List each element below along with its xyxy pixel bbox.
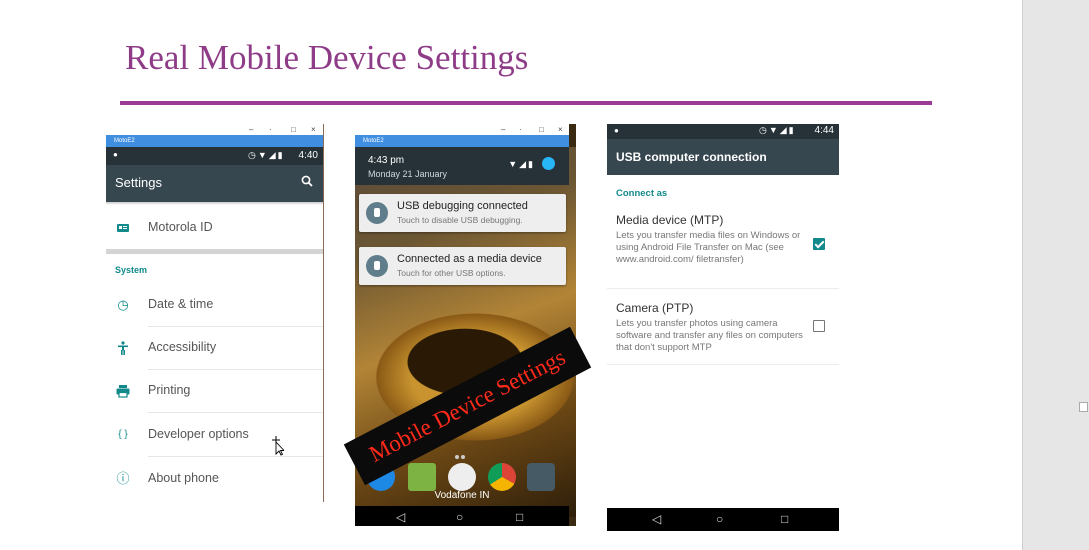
divider — [148, 412, 323, 413]
camera-app-icon[interactable] — [527, 463, 555, 491]
developer-braces-icon: { } — [118, 429, 128, 440]
usb-icon — [366, 255, 388, 277]
settings-item-label: Printing — [148, 383, 191, 397]
clock-icon: ◷ — [117, 297, 129, 312]
back-icon[interactable]: ◁ — [396, 510, 405, 524]
settings-item-label: Motorola ID — [148, 220, 213, 234]
emulator-title: MotoE2 — [114, 138, 135, 144]
usb-debug-icon — [366, 202, 388, 224]
info-icon: ⓘ — [116, 471, 130, 486]
back-icon[interactable]: ◁ — [652, 512, 661, 526]
status-icons: ◷▼◢▮ — [759, 125, 796, 135]
status-icons: ▼◢▮ — [508, 159, 535, 169]
settings-item-accessibility[interactable]: Accessibility — [106, 327, 323, 370]
title-rule — [120, 101, 932, 105]
app-title: Settings — [115, 175, 162, 190]
account-card-icon — [117, 224, 129, 232]
home-icon[interactable]: ○ — [456, 510, 463, 524]
dock-button[interactable]: · — [519, 124, 522, 135]
divider — [148, 456, 323, 457]
user-avatar-icon[interactable] — [542, 157, 555, 170]
app-bar-shadow — [106, 202, 323, 205]
settings-item-date-time[interactable]: ◷ Date & time — [106, 284, 323, 327]
settings-item-printing[interactable]: Printing — [106, 370, 323, 413]
divider — [607, 288, 839, 289]
scrollbar-area[interactable] — [1022, 0, 1089, 550]
dock-button[interactable]: · — [269, 124, 272, 135]
carrier-label: Vodafone IN — [434, 490, 490, 501]
notification-subtitle: Touch for other USB options. — [397, 268, 506, 278]
slide-title: Real Mobile Device Settings — [125, 38, 529, 77]
notification-media-device[interactable]: Connected as a media device Touch for ot… — [359, 247, 566, 285]
printer-icon — [116, 385, 130, 398]
notification-header: 4:43 pm Monday 21 January ▼◢▮ — [355, 147, 569, 185]
divider — [607, 364, 839, 365]
settings-item-motorola-id[interactable]: Motorola ID — [106, 207, 323, 250]
option-description: Lets you transfer media files on Windows… — [616, 230, 801, 265]
notification-pin-icon: ● — [113, 150, 118, 159]
recents-icon[interactable]: □ — [781, 512, 788, 526]
settings-item-about-phone[interactable]: ⓘ About phone — [106, 458, 323, 501]
scroll-handle[interactable] — [1079, 402, 1088, 412]
settings-item-label: Date & time — [148, 297, 214, 311]
status-icons: ◷▼◢▮ — [248, 150, 285, 160]
close-button[interactable]: × — [311, 124, 316, 135]
status-bar: ● ◷▼◢▮ 4:44 — [607, 124, 839, 139]
section-divider — [106, 249, 323, 254]
home-icon[interactable]: ○ — [716, 512, 723, 526]
notification-subtitle: Touch to disable USB debugging. — [397, 215, 523, 225]
recents-icon[interactable]: □ — [516, 510, 523, 524]
screen-title: USB computer connection — [616, 150, 767, 164]
section-label-system: System — [115, 265, 148, 275]
messaging-app-icon[interactable] — [408, 463, 436, 491]
option-title[interactable]: Media device (MTP) — [616, 213, 723, 227]
accessibility-icon — [118, 341, 128, 355]
settings-item-label: About phone — [148, 471, 219, 485]
emulator-title-bar: MotoE2 — [355, 135, 569, 155]
notification-usb-debugging[interactable]: USB debugging connected Touch to disable… — [359, 194, 566, 232]
maximize-button[interactable]: □ — [291, 124, 296, 135]
page-indicator — [455, 446, 469, 459]
notification-pin-icon: ● — [614, 126, 619, 135]
emulator-title-bar: MotoE2 — [106, 135, 323, 155]
minimize-button[interactable]: – — [501, 124, 505, 135]
notification-title: Connected as a media device — [397, 253, 542, 265]
nav-bar: ◁ ○ □ — [607, 508, 839, 531]
app-bar: Settings — [106, 165, 323, 202]
maximize-button[interactable]: □ — [539, 124, 544, 135]
chrome-app-icon[interactable] — [488, 463, 516, 491]
status-bar: ● ◷▼◢▮ 4:40 — [106, 147, 323, 165]
nav-bar: ◁ ○ □ — [355, 506, 569, 526]
emulator-window-bar: – · □ × — [106, 124, 323, 135]
usb-connection-screen: ● ◷▼◢▮ 4:44 USB computer connection Conn… — [607, 124, 839, 531]
section-label-connect-as: Connect as — [616, 188, 668, 199]
shade-date: Monday 21 January — [368, 169, 448, 179]
settings-item-label: Accessibility — [148, 340, 217, 354]
settings-screen: – · □ × MotoE2 ● ◷▼◢▮ 4:40 Settings Moto… — [106, 124, 324, 502]
app-drawer-icon[interactable] — [448, 463, 476, 491]
option-description: Lets you transfer photos using camera so… — [616, 318, 803, 353]
settings-item-developer-options[interactable]: { } Developer options — [106, 414, 323, 457]
notification-title: USB debugging connected — [397, 200, 528, 212]
emulator-window-bar: – · □ × — [355, 124, 569, 135]
ptp-checkbox[interactable] — [813, 320, 825, 332]
search-icon[interactable] — [301, 175, 313, 187]
app-bar: USB computer connection — [607, 139, 839, 175]
status-time: 4:44 — [814, 125, 834, 136]
minimize-button[interactable]: – — [249, 124, 253, 135]
close-button[interactable]: × — [558, 124, 563, 135]
emulator-title: MotoE2 — [363, 138, 384, 144]
status-time: 4:40 — [298, 150, 318, 161]
mtp-checkbox[interactable] — [813, 238, 825, 250]
shade-time: 4:43 pm — [368, 155, 405, 166]
mouse-cursor-icon — [272, 436, 284, 456]
settings-item-label: Developer options — [148, 427, 249, 441]
option-title[interactable]: Camera (PTP) — [616, 301, 693, 315]
